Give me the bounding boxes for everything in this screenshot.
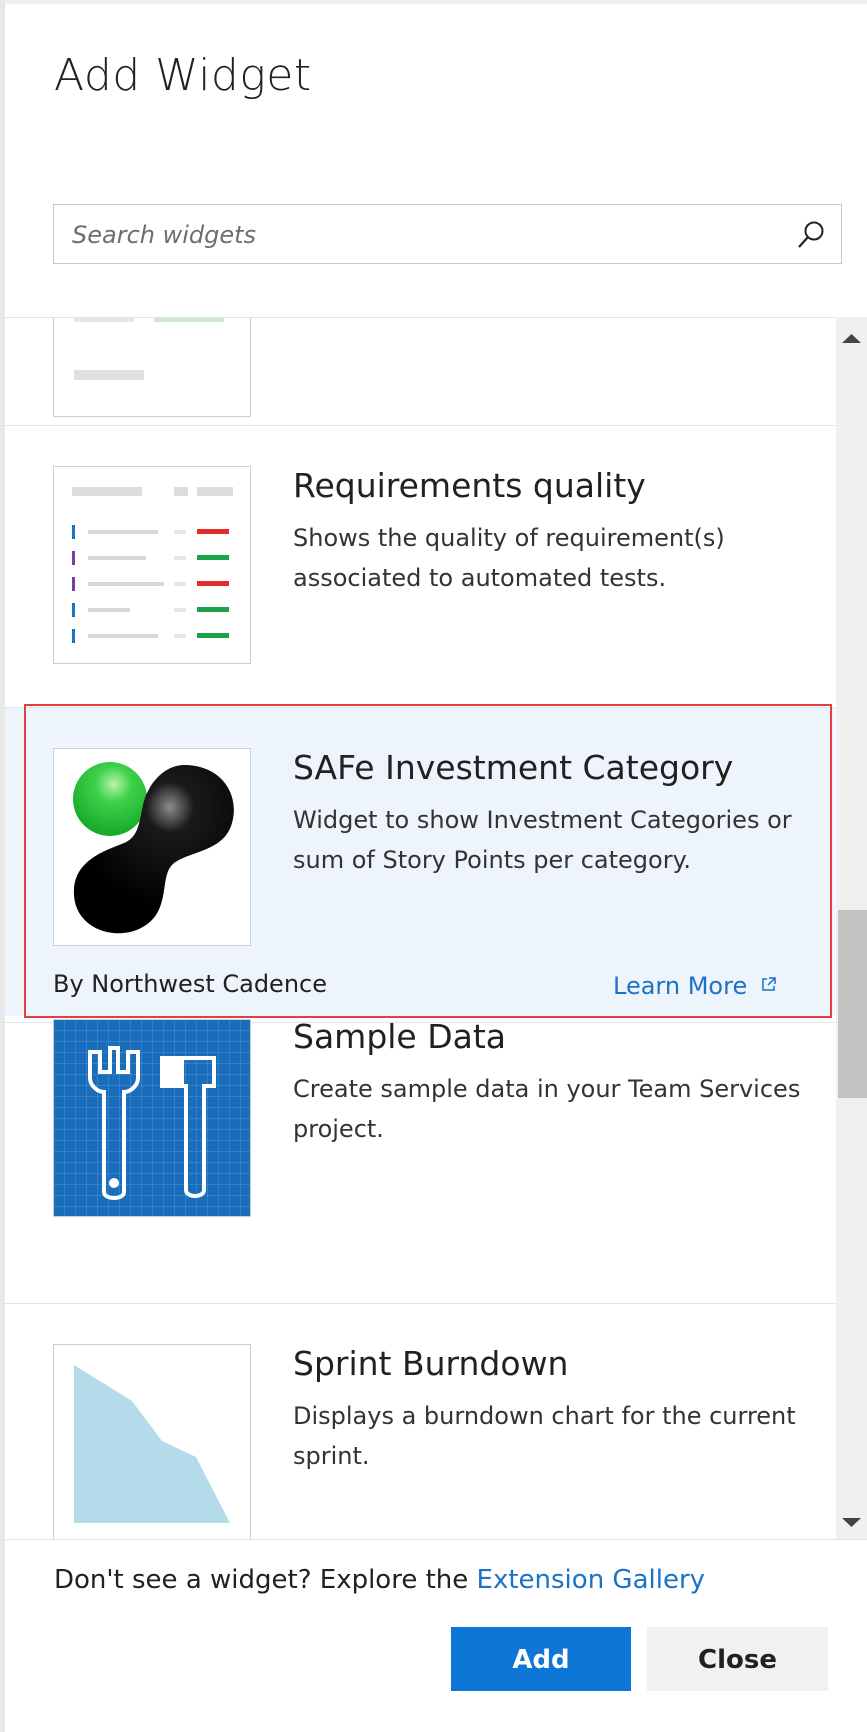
widget-description: Widget to show Investment Categories or … [293,806,792,874]
scroll-up-arrow-icon[interactable] [836,329,867,349]
widget-item-sample-data[interactable]: Sample Data Create sample data in your T… [5,1017,835,1304]
close-button[interactable]: Close [647,1627,828,1691]
partial-widget-thumbnail [53,318,251,417]
publisher-label: By Northwest Cadence [53,970,327,998]
widget-item-requirements-quality[interactable]: Requirements quality Shows the quality o… [5,426,835,708]
learn-more-link[interactable]: Learn More [613,970,777,1000]
widget-name: Sample Data [293,1017,507,1056]
footer-prompt: Don't see a widget? Explore the Extensio… [54,1565,705,1595]
requirements-list-thumbnail [53,466,251,664]
scrollbar[interactable] [836,317,867,1539]
widget-list[interactable]: Requirements quality Shows the quality o… [5,317,835,1540]
widget-item-safe-investment-category[interactable]: SAFe Investment Category Widget to show … [5,708,835,1016]
widget-item-sprint-burndown[interactable]: Sprint Burndown Displays a burndown char… [5,1304,835,1540]
search-icon[interactable] [795,219,827,251]
scrollbar-thumb[interactable] [838,910,867,1098]
search-input[interactable] [70,215,794,255]
burndown-chart-thumbnail [53,1344,251,1540]
footer-prompt-text: Don't see a widget? Explore the [54,1565,477,1595]
footer-divider [5,1539,867,1540]
widget-description: Create sample data in your Team Services… [293,1075,801,1143]
widget-item-partial[interactable] [5,318,835,426]
extension-gallery-link[interactable]: Extension Gallery [477,1565,706,1595]
northwest-cadence-logo [53,748,251,946]
top-border [0,0,867,4]
external-link-icon [761,970,777,991]
tools-blueprint-thumbnail [53,1019,251,1217]
scroll-down-arrow-icon[interactable] [836,1512,867,1532]
widget-description: Shows the quality of requirement(s) asso… [293,524,725,592]
add-widget-panel: Add Widget Search widgets Requirements q… [0,0,867,1732]
widget-name: Sprint Burndown [293,1344,569,1383]
widget-name: SAFe Investment Category [293,748,734,787]
dialog-title: Add Widget [54,50,312,101]
add-button[interactable]: Add [451,1627,631,1691]
widget-name: Requirements quality [293,466,646,505]
widget-description: Displays a burndown chart for the curren… [293,1402,796,1470]
learn-more-label[interactable]: Learn More [613,972,747,1000]
search-box[interactable] [53,204,842,264]
